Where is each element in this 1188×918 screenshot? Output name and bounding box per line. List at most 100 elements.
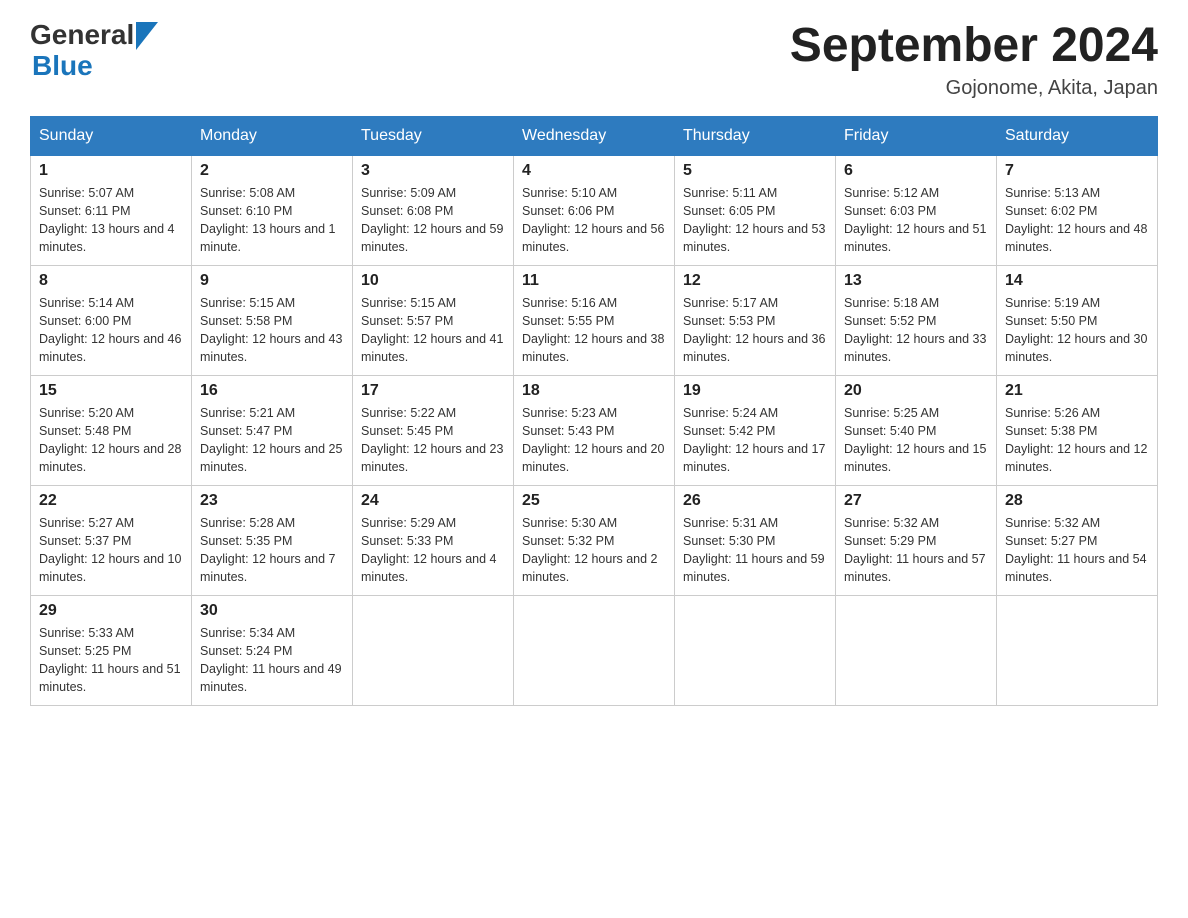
header-monday: Monday	[192, 116, 353, 155]
day-number: 27	[844, 492, 988, 510]
day-info: Sunrise: 5:07 AMSunset: 6:11 PMDaylight:…	[39, 184, 183, 257]
day-info: Sunrise: 5:30 AMSunset: 5:32 PMDaylight:…	[522, 514, 666, 587]
day-info: Sunrise: 5:12 AMSunset: 6:03 PMDaylight:…	[844, 184, 988, 257]
table-row: 25 Sunrise: 5:30 AMSunset: 5:32 PMDayligh…	[514, 485, 675, 595]
day-info: Sunrise: 5:19 AMSunset: 5:50 PMDaylight:…	[1005, 294, 1149, 367]
day-number: 30	[200, 602, 344, 620]
day-number: 23	[200, 492, 344, 510]
week-row-3: 15 Sunrise: 5:20 AMSunset: 5:48 PMDayligh…	[31, 375, 1158, 485]
day-number: 3	[361, 162, 505, 180]
day-number: 12	[683, 272, 827, 290]
day-info: Sunrise: 5:28 AMSunset: 5:35 PMDaylight:…	[200, 514, 344, 587]
day-info: Sunrise: 5:11 AMSunset: 6:05 PMDaylight:…	[683, 184, 827, 257]
table-row: 10 Sunrise: 5:15 AMSunset: 5:57 PMDayligh…	[353, 265, 514, 375]
header-saturday: Saturday	[997, 116, 1158, 155]
day-info: Sunrise: 5:17 AMSunset: 5:53 PMDaylight:…	[683, 294, 827, 367]
table-row	[836, 595, 997, 705]
table-row: 19 Sunrise: 5:24 AMSunset: 5:42 PMDayligh…	[675, 375, 836, 485]
day-number: 7	[1005, 162, 1149, 180]
day-header-row: Sunday Monday Tuesday Wednesday Thursday…	[31, 116, 1158, 155]
day-info: Sunrise: 5:08 AMSunset: 6:10 PMDaylight:…	[200, 184, 344, 257]
day-info: Sunrise: 5:21 AMSunset: 5:47 PMDaylight:…	[200, 404, 344, 477]
header-friday: Friday	[836, 116, 997, 155]
day-info: Sunrise: 5:15 AMSunset: 5:58 PMDaylight:…	[200, 294, 344, 367]
calendar-subtitle: Gojonome, Akita, Japan	[790, 77, 1158, 100]
day-info: Sunrise: 5:25 AMSunset: 5:40 PMDaylight:…	[844, 404, 988, 477]
table-row	[997, 595, 1158, 705]
day-number: 16	[200, 382, 344, 400]
day-info: Sunrise: 5:26 AMSunset: 5:38 PMDaylight:…	[1005, 404, 1149, 477]
day-info: Sunrise: 5:22 AMSunset: 5:45 PMDaylight:…	[361, 404, 505, 477]
day-info: Sunrise: 5:31 AMSunset: 5:30 PMDaylight:…	[683, 514, 827, 587]
header-tuesday: Tuesday	[353, 116, 514, 155]
header-sunday: Sunday	[31, 116, 192, 155]
table-row: 3Sunrise: 5:09 AMSunset: 6:08 PMDaylight…	[353, 155, 514, 265]
day-number: 13	[844, 272, 988, 290]
day-number: 22	[39, 492, 183, 510]
day-info: Sunrise: 5:24 AMSunset: 5:42 PMDaylight:…	[683, 404, 827, 477]
day-number: 29	[39, 602, 183, 620]
day-info: Sunrise: 5:15 AMSunset: 5:57 PMDaylight:…	[361, 294, 505, 367]
day-number: 19	[683, 382, 827, 400]
day-info: Sunrise: 5:32 AMSunset: 5:29 PMDaylight:…	[844, 514, 988, 587]
table-row: 26 Sunrise: 5:31 AMSunset: 5:30 PMDayligh…	[675, 485, 836, 595]
table-row: 18 Sunrise: 5:23 AMSunset: 5:43 PMDayligh…	[514, 375, 675, 485]
table-row: 21 Sunrise: 5:26 AMSunset: 5:38 PMDayligh…	[997, 375, 1158, 485]
table-row: 30Sunrise: 5:34 AMSunset: 5:24 PMDayligh…	[192, 595, 353, 705]
table-row: 29Sunrise: 5:33 AMSunset: 5:25 PMDayligh…	[31, 595, 192, 705]
table-row: 9 Sunrise: 5:15 AMSunset: 5:58 PMDaylight…	[192, 265, 353, 375]
day-number: 2	[200, 162, 344, 180]
day-info: Sunrise: 5:18 AMSunset: 5:52 PMDaylight:…	[844, 294, 988, 367]
table-row	[514, 595, 675, 705]
logo-text-blue: Blue	[32, 51, 158, 82]
table-row: 5 Sunrise: 5:11 AMSunset: 6:05 PMDaylight…	[675, 155, 836, 265]
day-number: 8	[39, 272, 183, 290]
day-info: Sunrise: 5:10 AMSunset: 6:06 PMDaylight:…	[522, 184, 666, 257]
day-number: 15	[39, 382, 183, 400]
day-number: 4	[522, 162, 666, 180]
table-row: 7 Sunrise: 5:13 AMSunset: 6:02 PMDaylight…	[997, 155, 1158, 265]
day-number: 6	[844, 162, 988, 180]
day-info: Sunrise: 5:20 AMSunset: 5:48 PMDaylight:…	[39, 404, 183, 477]
day-number: 20	[844, 382, 988, 400]
table-row: 1Sunrise: 5:07 AMSunset: 6:11 PMDaylight…	[31, 155, 192, 265]
day-number: 10	[361, 272, 505, 290]
day-info: Sunrise: 5:32 AMSunset: 5:27 PMDaylight:…	[1005, 514, 1149, 587]
day-number: 25	[522, 492, 666, 510]
header-thursday: Thursday	[675, 116, 836, 155]
page-header: General Blue September 2024 Gojonome, Ak…	[30, 20, 1158, 100]
day-number: 14	[1005, 272, 1149, 290]
table-row: 16 Sunrise: 5:21 AMSunset: 5:47 PMDayligh…	[192, 375, 353, 485]
table-row	[675, 595, 836, 705]
logo: General Blue	[30, 20, 158, 82]
day-number: 21	[1005, 382, 1149, 400]
table-row: 6 Sunrise: 5:12 AMSunset: 6:03 PMDaylight…	[836, 155, 997, 265]
table-row: 8Sunrise: 5:14 AMSunset: 6:00 PMDaylight…	[31, 265, 192, 375]
day-info: Sunrise: 5:27 AMSunset: 5:37 PMDaylight:…	[39, 514, 183, 587]
day-number: 28	[1005, 492, 1149, 510]
day-info: Sunrise: 5:16 AMSunset: 5:55 PMDaylight:…	[522, 294, 666, 367]
header-wednesday: Wednesday	[514, 116, 675, 155]
table-row	[353, 595, 514, 705]
day-number: 5	[683, 162, 827, 180]
table-row: 20 Sunrise: 5:25 AMSunset: 5:40 PMDayligh…	[836, 375, 997, 485]
table-row: 28 Sunrise: 5:32 AMSunset: 5:27 PMDayligh…	[997, 485, 1158, 595]
day-info: Sunrise: 5:13 AMSunset: 6:02 PMDaylight:…	[1005, 184, 1149, 257]
day-number: 18	[522, 382, 666, 400]
week-row-2: 8Sunrise: 5:14 AMSunset: 6:00 PMDaylight…	[31, 265, 1158, 375]
week-row-5: 29Sunrise: 5:33 AMSunset: 5:25 PMDayligh…	[31, 595, 1158, 705]
table-row: 23 Sunrise: 5:28 AMSunset: 5:35 PMDayligh…	[192, 485, 353, 595]
calendar-title: September 2024	[790, 20, 1158, 73]
day-number: 26	[683, 492, 827, 510]
day-number: 24	[361, 492, 505, 510]
table-row: 13 Sunrise: 5:18 AMSunset: 5:52 PMDayligh…	[836, 265, 997, 375]
table-row: 24 Sunrise: 5:29 AMSunset: 5:33 PMDayligh…	[353, 485, 514, 595]
table-row: 14 Sunrise: 5:19 AMSunset: 5:50 PMDayligh…	[997, 265, 1158, 375]
title-section: September 2024 Gojonome, Akita, Japan	[790, 20, 1158, 100]
table-row: 4 Sunrise: 5:10 AMSunset: 6:06 PMDaylight…	[514, 155, 675, 265]
table-row: 2 Sunrise: 5:08 AMSunset: 6:10 PMDaylight…	[192, 155, 353, 265]
day-info: Sunrise: 5:29 AMSunset: 5:33 PMDaylight:…	[361, 514, 505, 587]
day-number: 9	[200, 272, 344, 290]
day-info: Sunrise: 5:23 AMSunset: 5:43 PMDaylight:…	[522, 404, 666, 477]
day-number: 17	[361, 382, 505, 400]
